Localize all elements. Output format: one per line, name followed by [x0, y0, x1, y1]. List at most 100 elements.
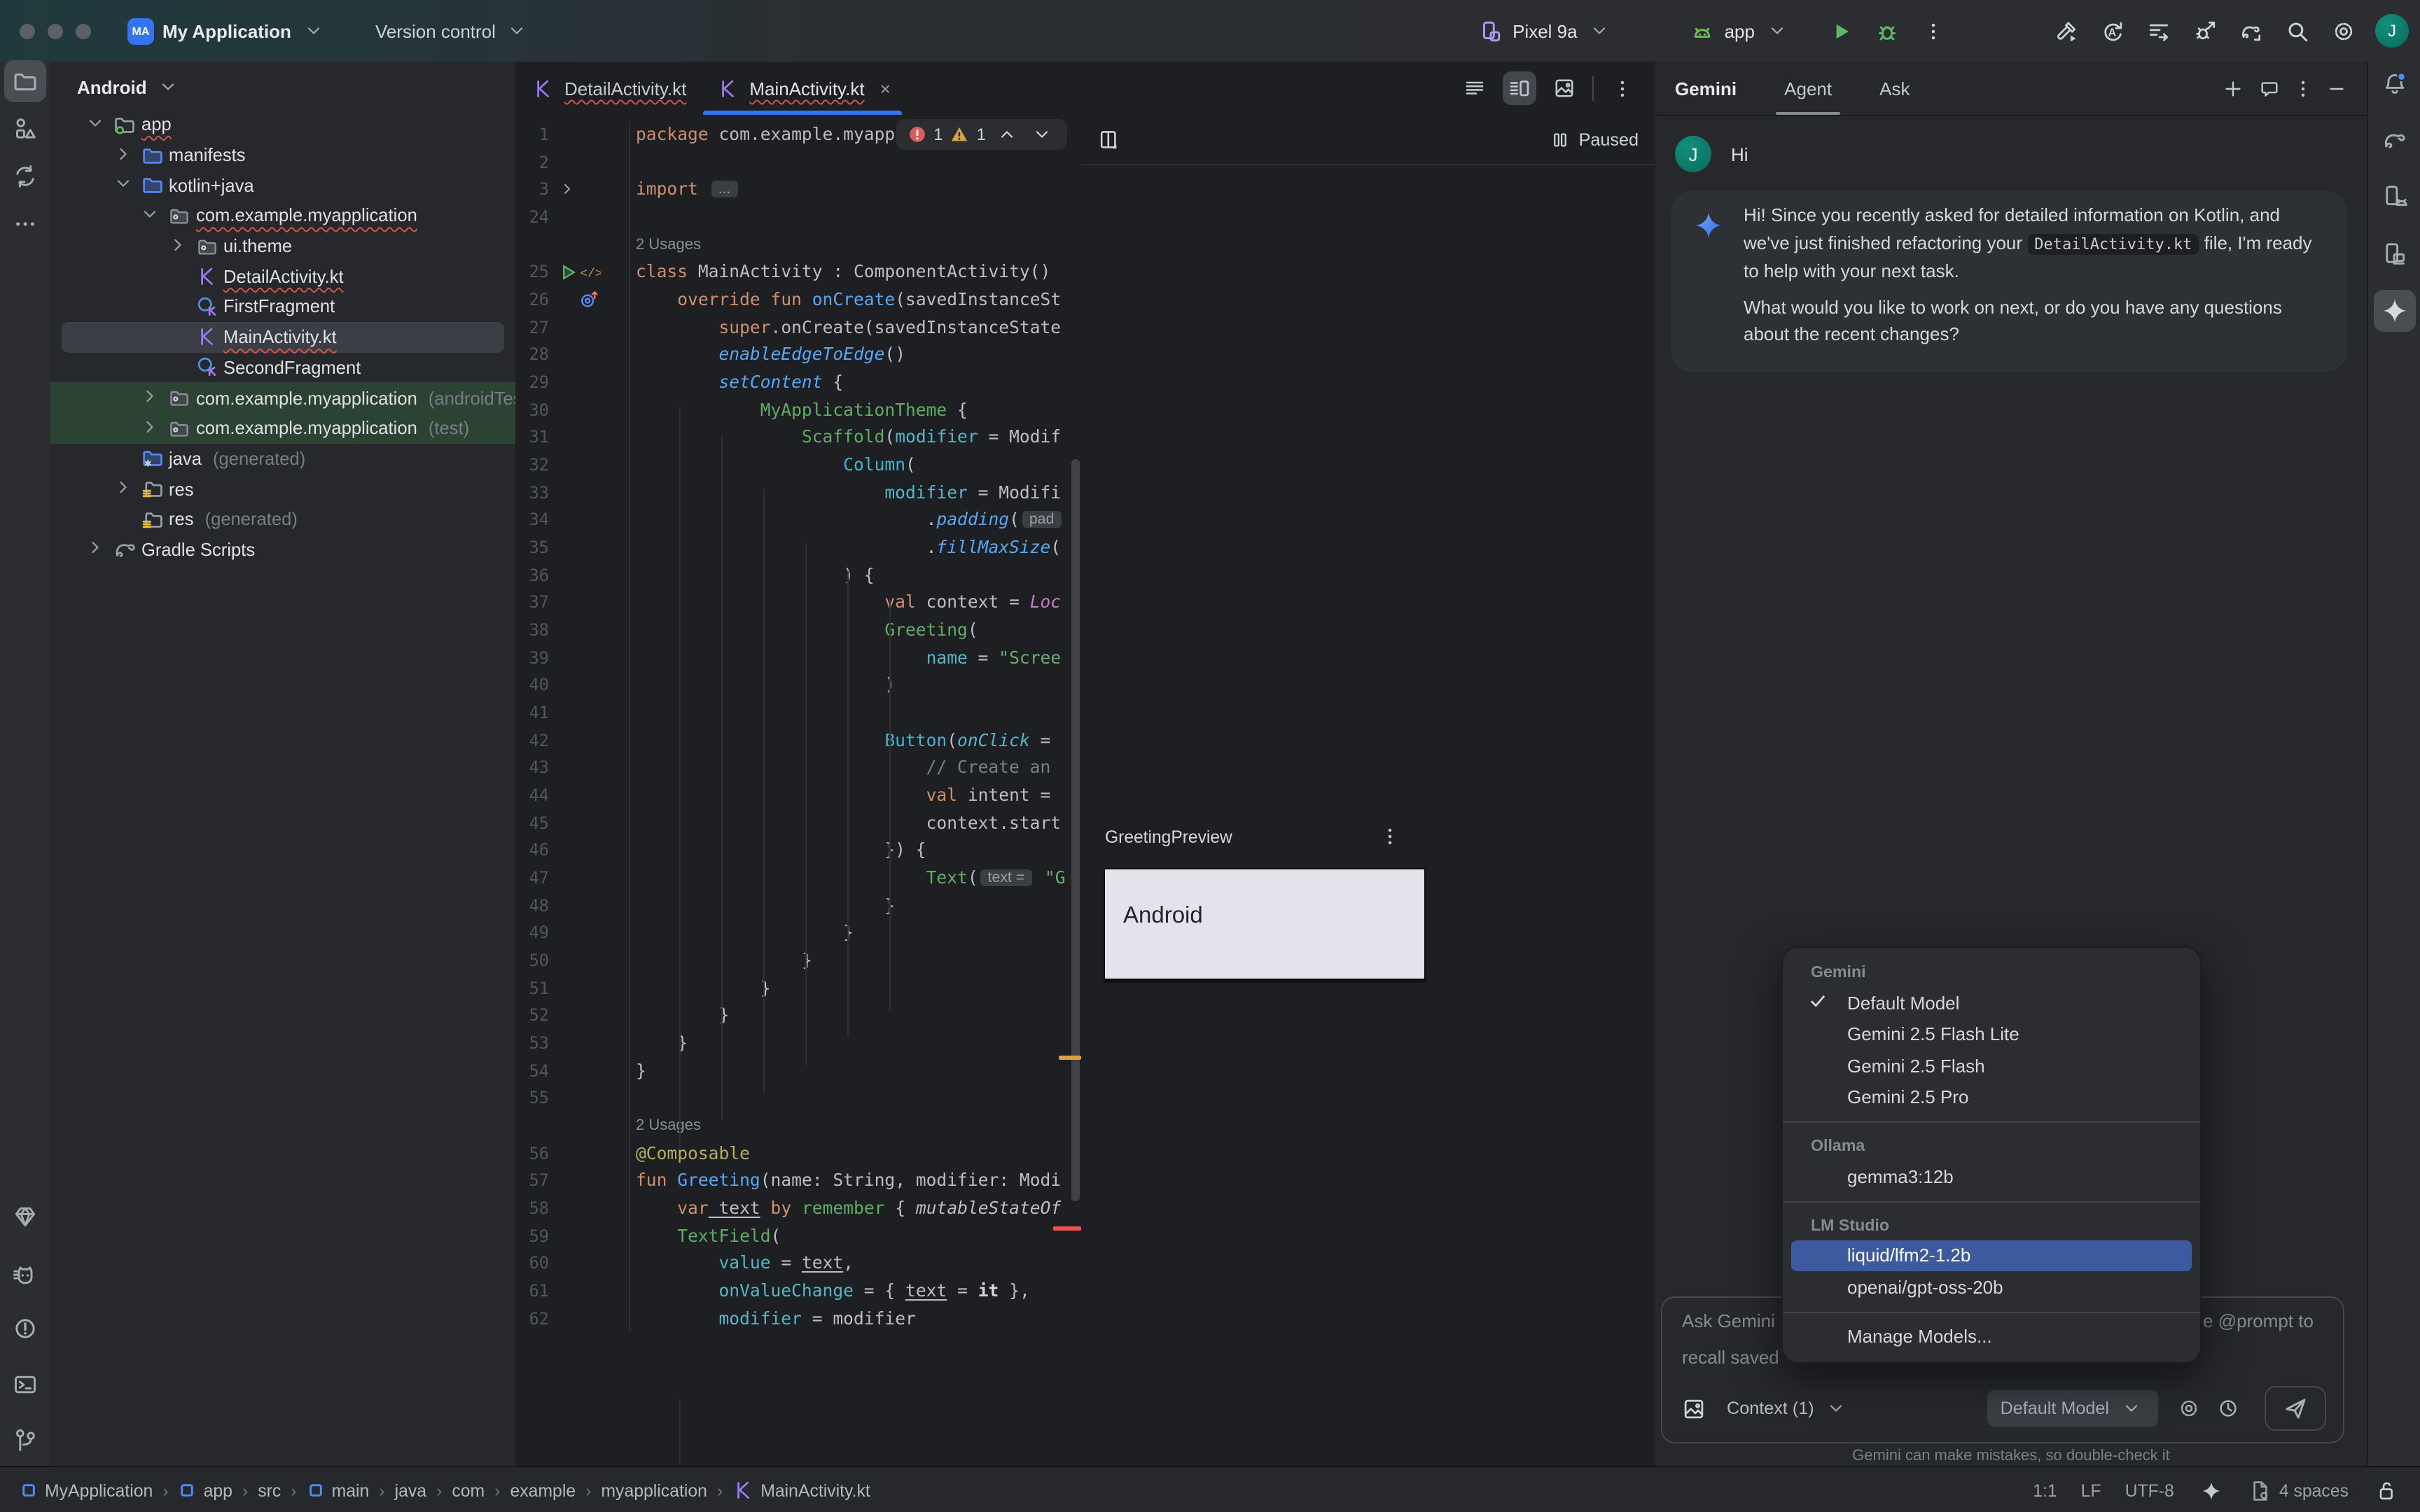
breadcrumb-app[interactable]: app — [179, 1480, 232, 1500]
code-view-button[interactable] — [1458, 71, 1491, 105]
model-option-gemma3-12b[interactable]: gemma3:12b — [1791, 1161, 2192, 1192]
project-icon[interactable] — [4, 60, 46, 102]
quality-insights-icon[interactable] — [4, 1196, 46, 1238]
code-line-31[interactable]: 31 Scaffold(modifier = Modif — [515, 424, 1081, 451]
gemini-icon[interactable] — [2374, 290, 2416, 332]
code-line-37[interactable]: 37 val context = Loc — [515, 589, 1081, 616]
indent-config[interactable]: 4 spaces — [2250, 1479, 2349, 1502]
sync-icon[interactable] — [4, 155, 46, 197]
split-view-button[interactable] — [1503, 71, 1536, 105]
warning-stripe-mark[interactable] — [1059, 1056, 1081, 1060]
breadcrumb-com[interactable]: com — [452, 1480, 485, 1500]
code-usages-inlay[interactable]: 2 Usages — [515, 230, 1081, 258]
gradle-sync-icon[interactable] — [2237, 17, 2265, 45]
error-stripe-mark[interactable] — [1053, 1226, 1081, 1231]
code-line-46[interactable]: 46 }) { — [515, 836, 1081, 864]
git-branch-icon[interactable] — [4, 1420, 46, 1462]
code-line-38[interactable]: 38 Greeting( — [515, 616, 1081, 643]
tree-item-firstfragment[interactable]: FirstFragment — [50, 291, 515, 321]
tree-item-res[interactable]: res(generated) — [50, 504, 515, 534]
override-gutter-icon[interactable] — [578, 289, 599, 310]
project-view-selector[interactable]: Android — [77, 73, 182, 101]
tree-item-kotlin-java[interactable]: kotlin+java — [50, 170, 515, 200]
code-line-33[interactable]: 33 modifier = Modifi — [515, 478, 1081, 505]
code-line-55[interactable]: 55 — [515, 1084, 1081, 1112]
more-icon[interactable] — [4, 203, 46, 245]
tab-ask[interactable]: Ask — [1879, 62, 1910, 115]
code-line-47[interactable]: 47 Text(text = "G — [515, 864, 1081, 891]
tree-item-manifests[interactable]: manifests — [50, 139, 515, 169]
editor-options-kebab-icon[interactable] — [1605, 71, 1639, 105]
tree-item-res[interactable]: res — [50, 474, 515, 504]
usages-hint[interactable]: 2 Usages — [636, 236, 701, 253]
problems-icon[interactable] — [4, 1308, 46, 1350]
chevron-down-icon[interactable] — [85, 113, 108, 136]
lock-open-icon[interactable] — [2372, 1476, 2400, 1504]
project-menu[interactable]: MA My Application — [127, 17, 328, 45]
breadcrumb-java[interactable]: java — [395, 1480, 426, 1500]
model-option-manage-models-[interactable]: Manage Models... — [1791, 1321, 2192, 1352]
tree-item-com-example-myapplication[interactable]: com.example.myapplication(androidTest) — [50, 382, 515, 412]
design-view-button[interactable] — [1548, 71, 1581, 105]
notifications-icon[interactable] — [2374, 63, 2416, 105]
line-ending[interactable]: LF — [2081, 1480, 2101, 1500]
resource-manager-icon[interactable] — [4, 108, 46, 150]
code-line-62[interactable]: 62 modifier = modifier — [515, 1305, 1081, 1332]
running-devices-icon[interactable] — [2374, 232, 2416, 274]
breadcrumb-mainactivity-kt[interactable]: MainActivity.kt — [732, 1480, 870, 1501]
code-usages-inlay[interactable]: 2 Usages — [515, 1112, 1081, 1139]
build-hammer-icon[interactable] — [2052, 17, 2080, 45]
code-line-24[interactable]: 24 — [515, 203, 1081, 230]
run-configuration-selector[interactable]: app — [1688, 17, 1791, 45]
model-option-gemini-2-5-flash[interactable]: Gemini 2.5 Flash — [1791, 1050, 2192, 1082]
code-line-28[interactable]: 28 enableEdgeToEdge() — [515, 341, 1081, 368]
chevron-down-icon[interactable] — [113, 174, 135, 196]
breadcrumb-main[interactable]: main — [307, 1480, 370, 1500]
close-tab-icon[interactable]: × — [880, 78, 891, 99]
run-gutter-icon[interactable] — [559, 262, 577, 281]
vcs-menu[interactable]: Version control — [375, 17, 531, 45]
next-problem-icon[interactable] — [1028, 120, 1056, 148]
code-line-25[interactable]: 25</>class MainActivity : ComponentActiv… — [515, 258, 1081, 286]
new-chat-icon[interactable] — [2218, 74, 2246, 102]
code-line-48[interactable]: 48 } — [515, 892, 1081, 919]
code-line-40[interactable]: 40 ) — [515, 671, 1081, 699]
zoom-window-button[interactable] — [76, 23, 91, 38]
code-line-61[interactable]: 61 onValueChange = { text = it }, — [515, 1277, 1081, 1304]
code-line-43[interactable]: 43 // Create an — [515, 754, 1081, 781]
tab-detailactivity[interactable]: DetailActivity.kt — [515, 62, 700, 115]
markup-gutter-icon[interactable]: </> — [580, 262, 601, 281]
chevron-right-icon[interactable] — [85, 538, 108, 561]
code-line-29[interactable]: 29 setContent { — [515, 368, 1081, 396]
compose-preview-canvas[interactable]: Android — [1104, 868, 1426, 980]
tree-item-secondfragment[interactable]: SecondFragment — [50, 352, 515, 382]
file-encoding[interactable]: UTF-8 — [2125, 1480, 2174, 1500]
apply-changes-icon[interactable]: A — [2098, 17, 2126, 45]
code-line-45[interactable]: 45 context.start — [515, 809, 1081, 836]
model-option-gemini-2-5-pro[interactable]: Gemini 2.5 Pro — [1791, 1082, 2192, 1113]
logcat-icon[interactable] — [4, 1254, 46, 1296]
tree-item-mainactivity-kt[interactable]: MainActivity.kt — [50, 322, 515, 352]
more-actions-kebab-icon[interactable] — [1919, 17, 1947, 45]
tree-item-app[interactable]: app — [50, 109, 515, 139]
user-avatar[interactable]: J — [2375, 14, 2409, 48]
code-line-3[interactable]: 3import ... — [515, 176, 1081, 203]
code-line-26[interactable]: 26 override fun onCreate(savedInstanceSt — [515, 286, 1081, 313]
code-line-30[interactable]: 30 MyApplicationTheme { — [515, 396, 1081, 423]
code-line-57[interactable]: 57fun Greeting(name: String, modifier: M… — [515, 1167, 1081, 1194]
model-option-openai-gpt-oss-20b[interactable]: openai/gpt-oss-20b — [1791, 1271, 2192, 1303]
usages-hint[interactable]: 2 Usages — [636, 1117, 701, 1134]
context-dropdown[interactable]: Context (1) — [1727, 1394, 1851, 1422]
code-line-54[interactable]: 54} — [515, 1057, 1081, 1084]
settings-gear-icon[interactable] — [2175, 1394, 2203, 1422]
minimize-window-button[interactable] — [48, 23, 63, 38]
chevron-right-icon[interactable] — [167, 234, 190, 257]
code-line-35[interactable]: 35 .fillMaxSize( — [515, 533, 1081, 561]
tab-agent[interactable]: Agent — [1784, 62, 1832, 115]
tree-item-ui-theme[interactable]: ui.theme — [50, 231, 515, 261]
code-line-53[interactable]: 53 } — [515, 1029, 1081, 1056]
panel-options-kebab-icon[interactable] — [2288, 74, 2316, 102]
tab-mainactivity[interactable]: MainActivity.kt × — [700, 62, 904, 115]
attach-image-icon[interactable] — [1679, 1394, 1707, 1422]
breadcrumb-myapplication[interactable]: MyApplication — [20, 1480, 153, 1500]
